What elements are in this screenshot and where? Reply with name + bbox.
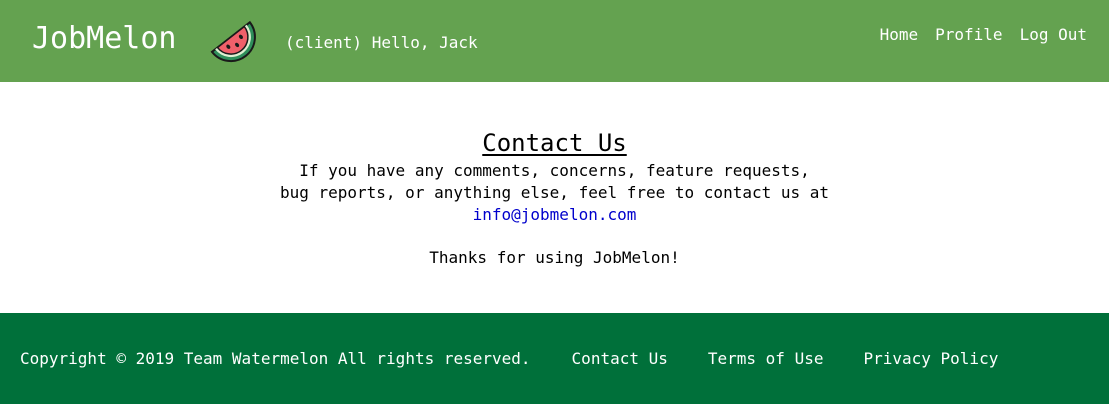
footer-contact-link[interactable]: Contact Us	[572, 348, 668, 370]
watermelon-icon	[210, 20, 256, 62]
greeting-text: (client) Hello, Jack	[285, 33, 478, 52]
thanks-text: Thanks for using JobMelon!	[429, 248, 680, 267]
footer-privacy-link[interactable]: Privacy Policy	[863, 348, 998, 370]
header: JobMelon (client) Hello, Jack Home Profi…	[0, 0, 1109, 82]
nav-profile-link[interactable]: Profile	[935, 25, 1002, 45]
footer: Copyright © 2019 Team Watermelon All rig…	[0, 313, 1109, 404]
footer-terms-link[interactable]: Terms of Use	[708, 348, 824, 370]
contact-text-line-2: bug reports, or anything else, feel free…	[279, 183, 830, 202]
page-title: Contact Us	[482, 129, 627, 157]
footer-row: Copyright © 2019 Team Watermelon All rig…	[20, 348, 1038, 370]
brand-link[interactable]: JobMelon	[32, 20, 177, 58]
email-link[interactable]: info@jobmelon.com	[473, 205, 637, 224]
contact-text-line-1: If you have any comments, concerns, feat…	[299, 161, 810, 180]
nav-home-link[interactable]: Home	[880, 25, 919, 45]
top-nav: Home Profile Log Out	[880, 25, 1087, 45]
contact-section: Contact Us If you have any comments, con…	[0, 82, 1109, 313]
email-line: info@jobmelon.com	[0, 204, 1109, 226]
nav-logout-link[interactable]: Log Out	[1020, 25, 1087, 45]
copyright-text: Copyright © 2019 Team Watermelon All rig…	[20, 349, 531, 368]
